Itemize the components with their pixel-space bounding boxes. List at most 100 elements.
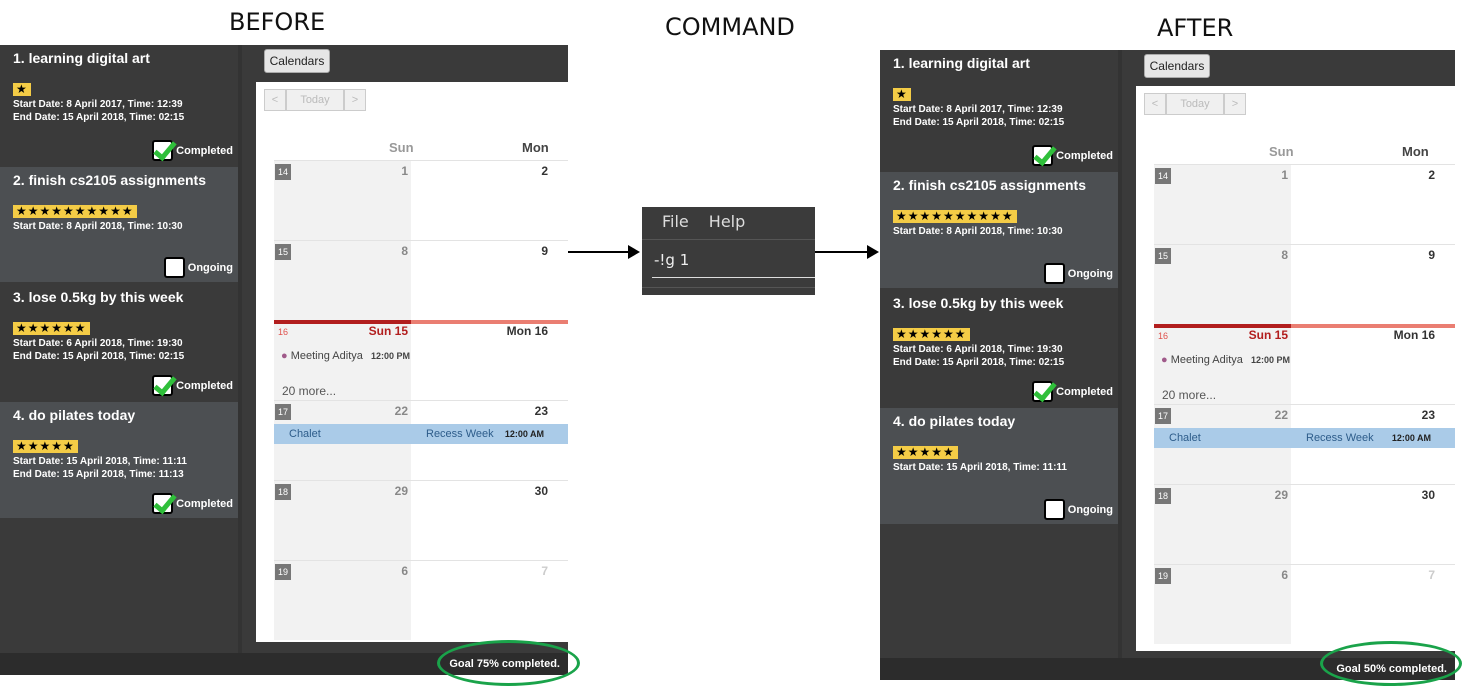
panel-divider[interactable] bbox=[1118, 50, 1122, 658]
day-number-mon[interactable]: 9 bbox=[541, 244, 548, 258]
day-number-mon[interactable]: 2 bbox=[1428, 168, 1435, 182]
sunday-cell[interactable] bbox=[1154, 244, 1291, 324]
sunday-cell[interactable] bbox=[1154, 564, 1291, 644]
day-number-mon[interactable]: 2 bbox=[541, 164, 548, 178]
week-row bbox=[274, 400, 568, 401]
day-number-sun[interactable]: Sun 15 bbox=[1249, 328, 1288, 342]
week-number: 14 bbox=[1155, 168, 1171, 184]
goal-card[interactable]: 3. lose 0.5kg by this week ★★★★★★ Start Da… bbox=[880, 290, 1118, 408]
day-number-sun[interactable]: 1 bbox=[1281, 168, 1288, 182]
more-events-link[interactable]: 20 more... bbox=[1162, 388, 1216, 402]
menu-file[interactable]: File bbox=[662, 212, 689, 231]
priority-stars: ★★★★★ bbox=[13, 440, 78, 453]
status-label: Completed bbox=[1056, 149, 1113, 162]
status-toggle[interactable]: Ongoing bbox=[163, 257, 233, 278]
event-chalet: Chalet bbox=[289, 428, 321, 440]
command-input[interactable]: -!g 1 bbox=[654, 251, 689, 269]
status-toggle[interactable]: Completed bbox=[152, 140, 233, 161]
goal-title: 2. finish cs2105 assignments bbox=[893, 177, 1086, 193]
goal-card[interactable]: 4. do pilates today ★★★★★ Start Date: 15 A… bbox=[880, 408, 1118, 526]
highlight-ring bbox=[437, 640, 580, 686]
goal-card[interactable]: 4. do pilates today ★★★★★ Start Date: 15 A… bbox=[0, 402, 238, 520]
status-toggle[interactable]: Completed bbox=[1032, 381, 1113, 402]
goal-date: Start Date: 6 April 2018, Time: 19:30 bbox=[893, 344, 1063, 355]
panel-divider[interactable] bbox=[238, 45, 242, 653]
status-label: Completed bbox=[176, 379, 233, 392]
day-header-sun: Sun bbox=[1269, 144, 1294, 159]
goal-card[interactable]: 2. finish cs2105 assignments ★★★★★★★★★★ St… bbox=[0, 167, 238, 284]
checkbox-icon[interactable] bbox=[152, 493, 174, 514]
checkbox-icon[interactable] bbox=[1043, 499, 1065, 520]
day-number-sun[interactable]: 6 bbox=[1281, 568, 1288, 582]
goal-title: 3. lose 0.5kg by this week bbox=[893, 295, 1064, 311]
sunday-cell[interactable] bbox=[274, 240, 411, 320]
status-toggle[interactable]: Completed bbox=[152, 493, 233, 514]
status-label: Ongoing bbox=[1067, 503, 1113, 516]
event-band[interactable]: Chalet Recess Week 12:00 AM bbox=[274, 424, 568, 444]
day-number-sun[interactable]: 8 bbox=[401, 244, 408, 258]
day-number-sun[interactable]: 1 bbox=[401, 164, 408, 178]
goal-card[interactable]: 1. learning digital art ★ Start Date: 8 Ap… bbox=[0, 45, 238, 167]
goal-date: Start Date: 6 April 2018, Time: 19:30 bbox=[13, 338, 183, 349]
event-meeting[interactable]: ● Meeting Aditya 12:00 PM bbox=[281, 350, 410, 362]
checkbox-icon[interactable] bbox=[152, 140, 174, 161]
goal-card[interactable]: 2. finish cs2105 assignments ★★★★★★★★★★ St… bbox=[880, 172, 1118, 290]
calendars-button[interactable]: Calendars bbox=[1144, 54, 1210, 78]
day-number-sun[interactable]: 6 bbox=[401, 564, 408, 578]
sunday-cell[interactable] bbox=[1154, 484, 1291, 564]
goal-title: 4. do pilates today bbox=[13, 407, 136, 423]
checkbox-icon[interactable] bbox=[1043, 263, 1065, 284]
checkbox-icon[interactable] bbox=[1032, 381, 1054, 402]
day-number-mon[interactable]: 30 bbox=[1422, 488, 1435, 502]
status-toggle[interactable]: Completed bbox=[152, 375, 233, 396]
day-number-sun[interactable]: 8 bbox=[1281, 248, 1288, 262]
status-toggle[interactable]: Ongoing bbox=[1043, 263, 1113, 284]
day-number-mon[interactable]: 23 bbox=[1422, 408, 1435, 422]
event-meeting[interactable]: ● Meeting Aditya 12:00 PM bbox=[1161, 354, 1290, 366]
goal-title: 1. learning digital art bbox=[893, 55, 1030, 71]
day-number-mon[interactable]: 30 bbox=[535, 484, 548, 498]
week-row bbox=[274, 560, 568, 561]
goal-date: Start Date: 15 April 2018, Time: 11:11 bbox=[893, 462, 1067, 473]
checkbox-icon[interactable] bbox=[1032, 145, 1054, 166]
day-number-mon[interactable]: Mon 16 bbox=[1394, 328, 1435, 342]
today-button[interactable]: Today bbox=[286, 89, 344, 111]
prev-button[interactable]: < bbox=[1144, 93, 1166, 115]
prev-button[interactable]: < bbox=[264, 89, 286, 111]
event-band[interactable]: Chalet Recess Week 12:00 AM bbox=[1154, 428, 1455, 448]
week-number: 19 bbox=[1155, 568, 1171, 584]
arrow-right-icon bbox=[815, 245, 879, 259]
week-row bbox=[1154, 484, 1455, 485]
next-button[interactable]: > bbox=[344, 89, 366, 111]
day-number-sun[interactable]: 29 bbox=[1275, 488, 1288, 502]
sunday-cell[interactable] bbox=[274, 560, 411, 640]
checkbox-icon[interactable] bbox=[163, 257, 185, 278]
next-button[interactable]: > bbox=[1224, 93, 1246, 115]
day-number-sun[interactable]: 29 bbox=[395, 484, 408, 498]
calendars-button[interactable]: Calendars bbox=[264, 49, 330, 73]
day-number-sun[interactable]: Sun 15 bbox=[369, 324, 408, 338]
day-number-mon[interactable]: 7 bbox=[1428, 568, 1435, 582]
day-number-sun[interactable]: 22 bbox=[395, 404, 408, 418]
sunday-cell[interactable] bbox=[1154, 164, 1291, 244]
more-events-link[interactable]: 20 more... bbox=[282, 384, 336, 398]
status-toggle[interactable]: Ongoing bbox=[1043, 499, 1113, 520]
today-button[interactable]: Today bbox=[1166, 93, 1224, 115]
day-number-mon[interactable]: 7 bbox=[541, 564, 548, 578]
day-number-mon[interactable]: 23 bbox=[535, 404, 548, 418]
goal-card[interactable]: 1. learning digital art ★ Start Date: 8 Ap… bbox=[880, 50, 1118, 172]
menu-help[interactable]: Help bbox=[709, 212, 745, 231]
menu-bar: File Help bbox=[662, 212, 745, 231]
week-number: 16 bbox=[1157, 331, 1168, 341]
checkbox-icon[interactable] bbox=[152, 375, 174, 396]
goal-title: 3. lose 0.5kg by this week bbox=[13, 289, 184, 305]
status-toggle[interactable]: Completed bbox=[1032, 145, 1113, 166]
day-number-sun[interactable]: 22 bbox=[1275, 408, 1288, 422]
sunday-cell[interactable] bbox=[274, 480, 411, 560]
week-number: 17 bbox=[275, 404, 291, 420]
priority-stars: ★ bbox=[13, 83, 31, 96]
day-number-mon[interactable]: Mon 16 bbox=[507, 324, 548, 338]
day-number-mon[interactable]: 9 bbox=[1428, 248, 1435, 262]
goal-card[interactable]: 3. lose 0.5kg by this week ★★★★★★ Start Da… bbox=[0, 284, 238, 402]
sunday-cell[interactable] bbox=[274, 160, 411, 240]
